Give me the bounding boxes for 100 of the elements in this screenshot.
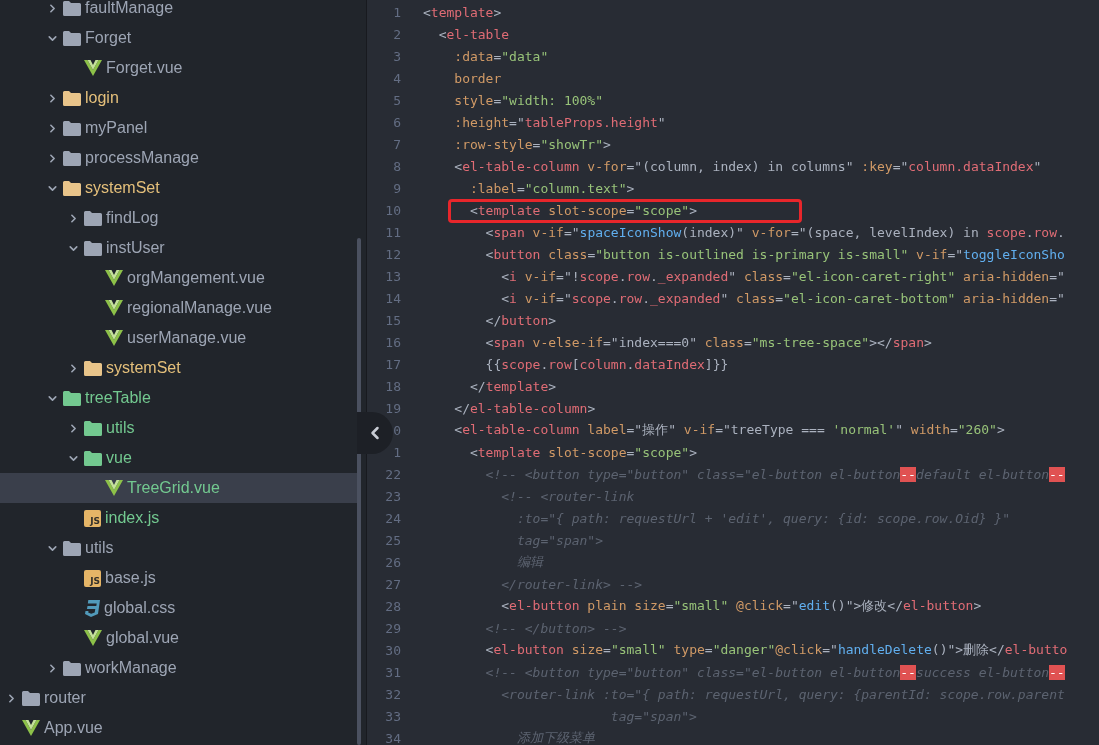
file-tree-item[interactable]: router [0, 683, 357, 713]
file-tree-item[interactable]: Forget [0, 23, 357, 53]
js-file-icon: JS [84, 569, 101, 587]
line-number: 29 [385, 620, 401, 636]
js-file-icon: JS [84, 509, 101, 527]
line-number: 9 [393, 180, 401, 196]
vue-file-icon [22, 720, 40, 736]
scrollbar-thumb[interactable] [357, 238, 361, 745]
file-tree-item[interactable]: App.vue [0, 713, 357, 743]
file-tree-item[interactable]: processManage [0, 143, 357, 173]
line-number: 14 [385, 290, 401, 306]
file-tree-item[interactable]: faultManage [0, 0, 357, 23]
code-line: <template slot-scope="scope"> [468, 444, 697, 460]
vue-file-icon [105, 480, 123, 496]
code-line: </el-table-column> [453, 400, 596, 416]
folder-icon [63, 120, 81, 136]
file-tree-item[interactable]: findLog [0, 203, 357, 233]
line-number: 17 [385, 356, 401, 372]
line-number: 27 [385, 576, 401, 592]
line-number: 34 [385, 730, 401, 745]
line-number: 7 [393, 136, 401, 152]
code-line: <template slot-scope="scope"> [423, 202, 697, 218]
line-number: 8 [393, 158, 401, 174]
folder-icon [63, 90, 81, 106]
code-line: border [453, 70, 502, 86]
file-tree-item[interactable]: workManage [0, 653, 357, 683]
folder-icon [63, 30, 81, 46]
line-number: 26 [385, 554, 401, 570]
file-tree-item[interactable]: global.vue [0, 623, 357, 653]
code-line: <!-- </button> --> [484, 620, 627, 636]
css-file-icon [84, 599, 100, 617]
file-tree-item[interactable]: utils [0, 413, 357, 443]
folder-icon [84, 360, 102, 376]
line-number: 25 [385, 532, 401, 548]
code-line: <template> [423, 4, 502, 20]
folder-icon [63, 390, 81, 406]
vue-file-icon [84, 630, 102, 646]
file-tree-item[interactable]: Forget.vue [0, 53, 357, 83]
code-line: tag="span"> [609, 708, 697, 724]
line-number: 13 [385, 268, 401, 284]
folder-icon [84, 450, 102, 466]
file-tree-item[interactable]: JS base.js [0, 563, 357, 593]
code-line: <el-table [437, 26, 510, 42]
file-tree-item[interactable]: userManage.vue [0, 323, 357, 353]
line-number: 11 [385, 224, 401, 240]
code-line: :to="{ path: requestUrl + 'edit', query: {id: scope.row.Oid} }" [515, 510, 1010, 526]
code-line: <el-button size="small" type="danger"@click="handleDelete()">删除</el-butto [484, 641, 1068, 659]
line-number: 1 [393, 444, 401, 460]
code-line: </template> [468, 378, 557, 394]
line-number: 30 [385, 642, 401, 658]
vue-file-icon [84, 60, 102, 76]
code-line: <span v-else-if="index===0" class="ms-tree-space"></span> [484, 334, 932, 350]
folder-icon [22, 690, 40, 706]
file-tree-item[interactable]: treeTable [0, 383, 357, 413]
line-number: 18 [385, 378, 401, 394]
code-line: <!-- <router-link [500, 488, 635, 504]
line-number: 24 [385, 510, 401, 526]
code-line: :label="column.text"> [468, 180, 635, 196]
line-number: 10 [385, 202, 401, 218]
file-tree-item[interactable]: TreeGrid.vue [0, 473, 357, 503]
code-line: 添加下级菜单 [515, 729, 595, 745]
code-line: <i v-if="!scope.row._expanded" class="el-icon-caret-right" aria-hidden=" [500, 268, 1065, 284]
code-line: <el-button plain size="small" @click="edit()">修改</el-button> [500, 597, 982, 615]
line-number: 31 [385, 664, 401, 680]
file-tree-item[interactable]: JS index.js [0, 503, 357, 533]
code-line: <el-table-column label="操作" v-if="treeType === 'normal'" width="260"> [453, 421, 1005, 439]
code-line: <button class="button is-outlined is-primary is-small" v-if="toggleIconSho [484, 246, 1065, 262]
code-line: </router-link> --> [500, 576, 643, 592]
code-line: <router-link :to="{ path: requestUrl, query: {parentId: scope.row.parent [500, 686, 1065, 702]
file-tree-item[interactable]: vue [0, 443, 357, 473]
line-number: 6 [393, 114, 401, 130]
vue-file-icon [105, 330, 123, 346]
file-tree-item[interactable]: systemSet [0, 353, 357, 383]
line-number: 16 [385, 334, 401, 350]
code-line: tag="span"> [515, 532, 603, 548]
file-tree-item[interactable]: instUser [0, 233, 357, 263]
collapse-button[interactable] [357, 412, 393, 454]
line-number: 28 [385, 598, 401, 614]
file-tree-item[interactable]: global.css [0, 593, 357, 623]
code-line: <!-- <button type="button" class="el-button el-button--success el-button-- [484, 664, 1065, 680]
folder-icon [63, 0, 81, 16]
line-number: 12 [385, 246, 401, 262]
folder-icon [84, 240, 102, 256]
line-number: 2 [393, 26, 401, 42]
file-tree-item[interactable]: login [0, 83, 357, 113]
line-number: 19 [385, 400, 401, 416]
line-number: 3 [393, 48, 401, 64]
line-number: 22 [385, 466, 401, 482]
folder-icon [63, 180, 81, 196]
code-line: :row-style="showTr"> [453, 136, 611, 152]
folder-icon [84, 420, 102, 436]
file-tree-item[interactable]: systemSet [0, 173, 357, 203]
file-tree-item[interactable]: regionalManage.vue [0, 293, 357, 323]
code-line: </button> [484, 312, 557, 328]
file-tree-item[interactable]: utils [0, 533, 357, 563]
file-tree-item[interactable]: orgMangement.vue [0, 263, 357, 293]
code-line: :data="data" [453, 48, 549, 64]
line-number: 0 [393, 422, 401, 438]
folder-icon [63, 660, 81, 676]
file-tree-item[interactable]: myPanel [0, 113, 357, 143]
